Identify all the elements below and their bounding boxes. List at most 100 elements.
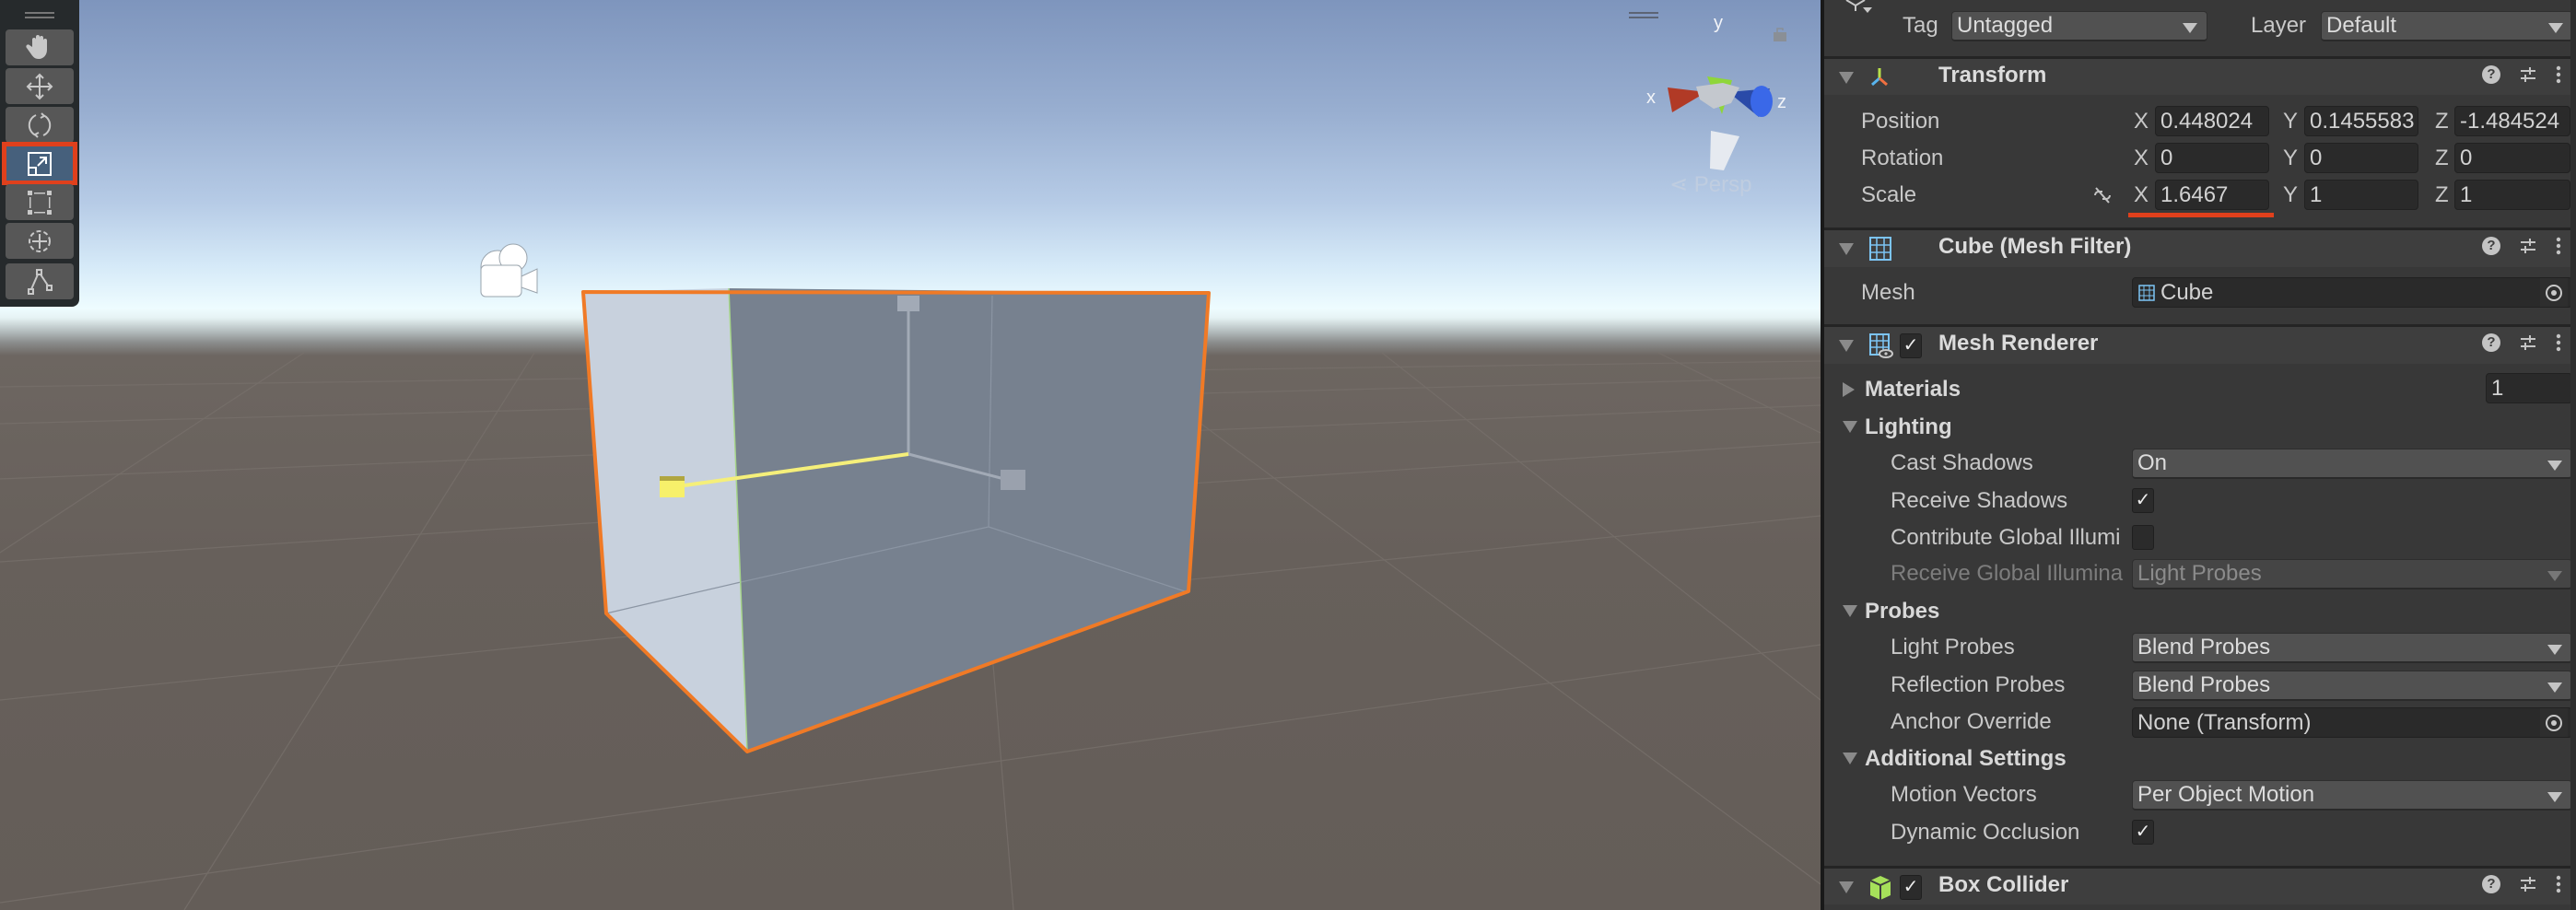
anchor-override-field[interactable]: None (Transform) — [2132, 707, 2572, 738]
reflection-probes-dropdown[interactable]: Blend Probes — [2132, 671, 2572, 701]
projection-toggle[interactable]: ⋖ Persp — [1669, 171, 1751, 198]
materials-label: Materials — [1865, 377, 1961, 402]
scale-x-handle-top — [660, 476, 685, 481]
rotation-y-label: Y — [2283, 146, 2299, 170]
lighting-foldout-arrow-icon[interactable] — [1843, 421, 1857, 433]
additional-settings-foldout-arrow-icon[interactable] — [1843, 752, 1857, 764]
materials-foldout-arrow-icon[interactable] — [1843, 382, 1855, 397]
move-tool-button[interactable] — [6, 68, 74, 104]
gameobject-icon[interactable] — [1843, 0, 1879, 18]
toolbar-grip-handle[interactable] — [25, 12, 54, 14]
foldout-arrow-icon[interactable] — [1839, 243, 1854, 255]
more-options-icon[interactable] — [2556, 236, 2561, 256]
custom-tool-button[interactable] — [6, 263, 74, 299]
scene-menu-icon[interactable] — [1629, 12, 1658, 18]
position-z-field[interactable]: -1.484524 — [2454, 106, 2570, 136]
light-probes-dropdown[interactable]: Blend Probes — [2132, 633, 2572, 663]
camera-gizmo-icon[interactable] — [480, 243, 538, 298]
constrain-proportions-icon[interactable] — [2091, 184, 2113, 206]
scale-tool-button[interactable] — [2, 142, 77, 185]
cast-shadows-dropdown[interactable]: On — [2132, 449, 2572, 479]
box-collider-header[interactable]: ✓ Box Collider ? — [1824, 866, 2576, 904]
chevron-down-icon — [2547, 461, 2562, 471]
mesh-object-field[interactable]: Cube — [2132, 277, 2572, 308]
selected-cube[interactable] — [581, 287, 1211, 753]
tag-dropdown[interactable]: Untagged — [1951, 11, 2207, 41]
scale-x-field[interactable]: 1.6467 — [2155, 180, 2269, 210]
scene-view[interactable]: y x z ⋖ Persp — [0, 0, 1821, 910]
probes-label: Probes — [1865, 599, 1940, 624]
mesh-filter-icon — [1869, 237, 1891, 261]
rotation-y-field[interactable]: 0 — [2304, 143, 2418, 173]
inspector-scrollbar[interactable] — [2570, 0, 2576, 910]
object-picker-icon[interactable] — [2540, 278, 2568, 307]
cast-shadows-label: Cast Shadows — [1891, 450, 2033, 475]
scale-z-field[interactable]: 1 — [2454, 180, 2570, 210]
position-x-field[interactable]: 0.448024 — [2155, 106, 2269, 136]
layer-dropdown[interactable]: Default — [2321, 11, 2573, 41]
materials-count-field[interactable]: 1 — [2486, 373, 2572, 403]
presets-icon[interactable] — [2519, 332, 2537, 353]
rotation-x-label: X — [2134, 146, 2149, 170]
position-y-label: Y — [2283, 109, 2299, 134]
more-options-icon[interactable] — [2556, 332, 2561, 353]
box-collider-title: Box Collider — [1938, 872, 2069, 897]
transform-icon — [29, 229, 51, 252]
dynamic-occlusion-checkbox[interactable]: ✓ — [2132, 820, 2154, 845]
cast-shadows-value: On — [2137, 450, 2168, 475]
rotation-x-field[interactable]: 0 — [2155, 143, 2269, 173]
help-icon[interactable]: ? — [2482, 875, 2500, 893]
scale-z-label: Z — [2435, 182, 2449, 207]
position-y-field[interactable]: 0.1455583 — [2304, 106, 2418, 136]
more-options-icon[interactable] — [2556, 874, 2561, 894]
presets-icon[interactable] — [2519, 64, 2537, 85]
rotation-z-field[interactable]: 0 — [2454, 143, 2570, 173]
tag-value: Untagged — [1957, 13, 2054, 38]
rect-tool-button[interactable] — [6, 184, 74, 220]
tool-toolbar — [0, 0, 79, 307]
projection-label: Persp — [1693, 172, 1752, 197]
transform-tool-button[interactable] — [6, 223, 74, 259]
scene-viewport[interactable] — [0, 0, 1821, 910]
presets-icon[interactable] — [2519, 236, 2537, 256]
toolbar-grip-handle-2[interactable] — [25, 17, 54, 18]
foldout-arrow-icon[interactable] — [1839, 72, 1854, 84]
motion-vectors-dropdown[interactable]: Per Object Motion — [2132, 780, 2572, 811]
transform-title: Transform — [1938, 63, 2047, 88]
foldout-arrow-icon[interactable] — [1839, 340, 1854, 352]
box-collider-enabled-checkbox[interactable]: ✓ — [1900, 875, 1922, 900]
help-icon[interactable]: ? — [2482, 333, 2500, 352]
rotate-tool-button[interactable] — [6, 107, 74, 143]
scale-y-handle[interactable] — [897, 296, 919, 311]
box-collider-icon — [1869, 876, 1891, 900]
light-probes-value: Blend Probes — [2137, 635, 2271, 659]
receive-shadows-checkbox[interactable]: ✓ — [2132, 488, 2154, 513]
mesh-icon — [2138, 285, 2155, 301]
dynamic-occlusion-label: Dynamic Occlusion — [1891, 820, 2080, 845]
receive-gi-dropdown: Light Probes — [2132, 559, 2572, 589]
scale-x-label: X — [2134, 182, 2149, 207]
help-icon[interactable]: ? — [2482, 65, 2500, 84]
orientation-gizmo[interactable] — [1668, 76, 1773, 170]
help-icon[interactable]: ? — [2482, 237, 2500, 255]
more-options-icon[interactable] — [2556, 64, 2561, 85]
lock-icon[interactable] — [1774, 28, 1786, 41]
scale-z-handle[interactable] — [1001, 470, 1025, 490]
receive-gi-label: Receive Global Illumina — [1891, 561, 2124, 586]
transform-header[interactable]: Transform ? — [1824, 56, 2576, 95]
mesh-filter-title: Cube (Mesh Filter) — [1938, 234, 2132, 259]
presets-icon[interactable] — [2519, 874, 2537, 894]
mesh-renderer-header[interactable]: ✓ Mesh Renderer ? — [1824, 324, 2576, 364]
gizmo-center-cube[interactable] — [1696, 83, 1739, 109]
cube-left-face — [583, 288, 747, 752]
gizmo-neg-y-cone[interactable] — [1710, 131, 1739, 170]
foldout-arrow-icon[interactable] — [1839, 881, 1854, 893]
contribute-gi-checkbox[interactable] — [2132, 525, 2154, 550]
probes-foldout-arrow-icon[interactable] — [1843, 605, 1857, 617]
receive-gi-value: Light Probes — [2137, 561, 2262, 586]
mesh-renderer-enabled-checkbox[interactable]: ✓ — [1900, 333, 1922, 358]
scale-y-field[interactable]: 1 — [2304, 180, 2418, 210]
hand-tool-button[interactable] — [6, 29, 74, 65]
object-picker-icon[interactable] — [2540, 708, 2568, 737]
mesh-filter-header[interactable]: Cube (Mesh Filter) ? — [1824, 228, 2576, 267]
